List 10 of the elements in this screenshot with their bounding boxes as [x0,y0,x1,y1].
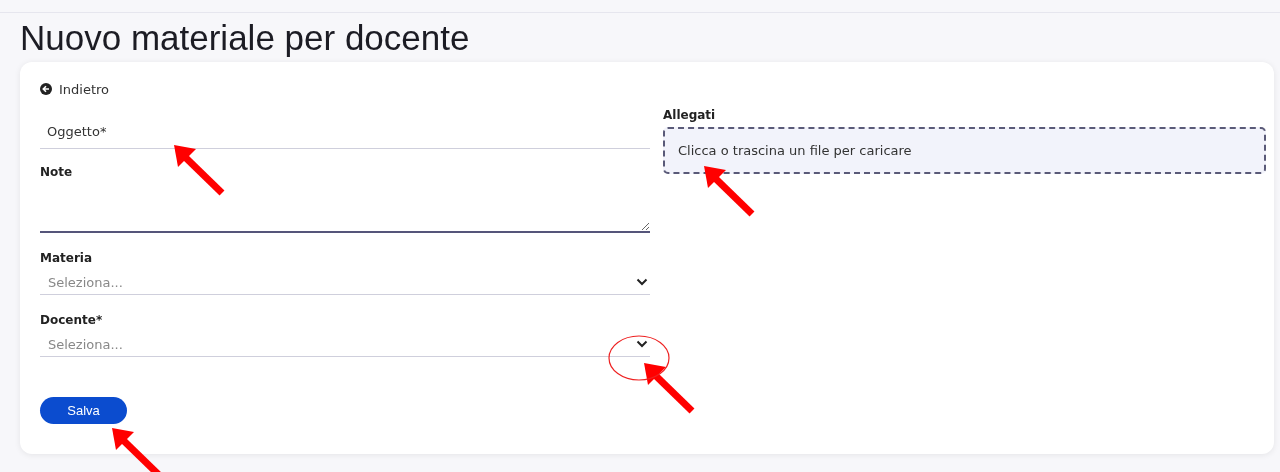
back-link[interactable]: Indietro [40,80,650,98]
field-label: Docente* [40,313,104,327]
select-field[interactable]: Seleziona... [40,332,650,357]
save-button[interactable]: Salva [40,397,127,424]
field-label: Allegati [663,108,717,122]
field-label: Materia [40,251,94,265]
page-title: Nuovo materiale per docente [20,17,471,59]
select-field[interactable]: Seleziona... [40,270,650,295]
file-dropzone[interactable]: Clicca o trascina un file per caricare [663,127,1266,174]
field-label: Note [40,165,74,179]
